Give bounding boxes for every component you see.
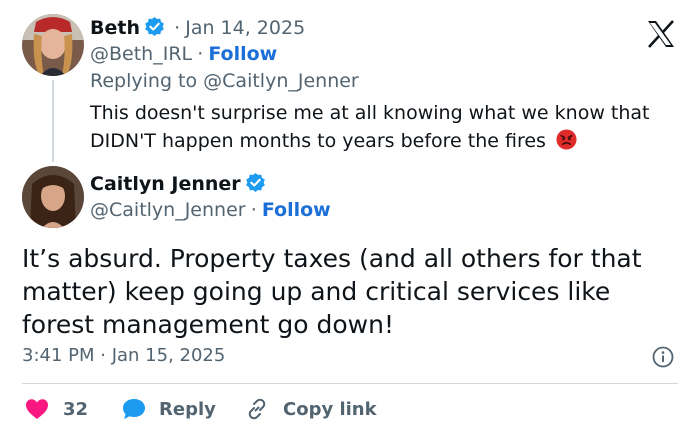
- heart-icon: [25, 398, 49, 420]
- reply-tweet-header: Beth · Jan 14, 2025: [90, 16, 305, 39]
- angry-face-emoji: [556, 129, 577, 150]
- main-tweet-text: It’s absurd. Property taxes (and all oth…: [22, 242, 642, 341]
- reply-bubble-icon: [121, 397, 147, 421]
- info-icon[interactable]: [652, 346, 674, 368]
- reply-button[interactable]: Reply: [121, 396, 216, 422]
- avatar[interactable]: [22, 14, 84, 76]
- link-icon: [245, 397, 269, 421]
- tweet-text-line: forest management go down!: [22, 310, 394, 339]
- reply-tweet-text: This doesn't surprise me at all knowing …: [90, 99, 649, 155]
- replying-to[interactable]: Replying to @Caitlyn_Jenner: [90, 70, 359, 92]
- follow-button[interactable]: Follow: [208, 43, 277, 65]
- separator-dot: ·: [250, 199, 257, 221]
- author-handle[interactable]: @Beth_IRL: [90, 43, 192, 65]
- divider: [22, 383, 678, 384]
- author-name[interactable]: Beth: [90, 17, 140, 39]
- copy-link-button[interactable]: Copy link: [245, 396, 377, 422]
- copy-link-label: Copy link: [283, 398, 377, 420]
- author-handle[interactable]: @Caitlyn_Jenner: [90, 199, 246, 221]
- verified-badge-icon: [245, 172, 266, 193]
- reply-label: Reply: [159, 398, 216, 420]
- tweet-text-line: It’s absurd. Property taxes (and all oth…: [22, 244, 642, 273]
- verified-badge-icon: [144, 16, 165, 37]
- main-tweet-handle-row: @Caitlyn_Jenner · Follow: [90, 199, 331, 221]
- main-tweet-header: Caitlyn Jenner: [90, 172, 266, 195]
- x-logo-icon[interactable]: [646, 20, 676, 48]
- author-name[interactable]: Caitlyn Jenner: [90, 173, 241, 195]
- post-timestamp[interactable]: 3:41 PM · Jan 15, 2025: [22, 345, 225, 366]
- avatar[interactable]: [22, 166, 84, 228]
- reply-text-line: DIDN'T happen months to years before the…: [90, 130, 546, 152]
- separator-dot: ·: [197, 43, 204, 65]
- follow-button[interactable]: Follow: [262, 199, 331, 221]
- tweet-text-line: matter) keep going up and critical servi…: [22, 277, 611, 306]
- like-count: 32: [63, 398, 89, 420]
- reply-tweet-handle-row: @Beth_IRL · Follow: [90, 43, 277, 65]
- reply-text-line: This doesn't surprise me at all knowing …: [90, 102, 650, 124]
- post-date[interactable]: Jan 14, 2025: [185, 17, 305, 39]
- separator-dot: ·: [174, 17, 181, 39]
- thread-connector-line: [52, 80, 54, 162]
- like-button[interactable]: 32: [25, 396, 88, 422]
